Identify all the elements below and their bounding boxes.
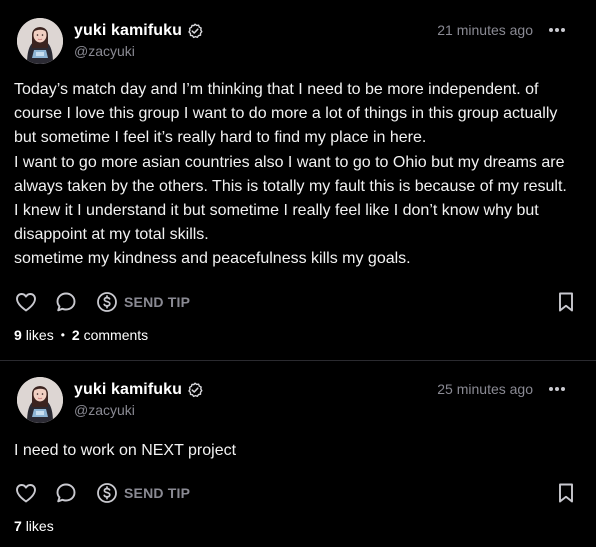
comment-button[interactable] <box>54 290 78 314</box>
display-name-row: yuki kamifuku <box>74 20 203 42</box>
author-names: yuki kamifuku @zacyuki <box>74 379 203 418</box>
author-username[interactable]: @zacyuki <box>74 43 203 59</box>
heart-icon <box>16 293 36 312</box>
send-tip-label: SEND TIP <box>124 485 191 501</box>
post-paragraph: I want to go more asian countries also I… <box>14 153 567 244</box>
author-username[interactable]: @zacyuki <box>74 402 203 418</box>
post-card: yuki kamifuku @zacyuki 25 minutes ago I … <box>0 361 596 547</box>
avatar-photo-icon <box>17 377 63 423</box>
send-tip-button[interactable]: SEND TIP <box>96 291 190 313</box>
post-paragraph: sometime my kindness and peacefulness ki… <box>14 250 411 268</box>
post-timestamp[interactable]: 21 minutes ago <box>437 22 533 38</box>
post-body: Today’s match day and I’m thinking that … <box>14 78 574 272</box>
dollar-icon <box>97 483 117 503</box>
post-paragraph: I need to work on NEXT project <box>14 442 237 459</box>
comment-icon <box>56 292 76 312</box>
like-button[interactable] <box>14 481 38 505</box>
more-options-button[interactable] <box>548 380 566 398</box>
post-actions: SEND TIP <box>14 290 578 314</box>
likes-label: likes <box>25 518 54 534</box>
post-timestamp[interactable]: 25 minutes ago <box>437 381 533 397</box>
avatar[interactable] <box>17 18 63 64</box>
bookmark-icon <box>559 292 573 312</box>
avatar-photo-icon <box>17 18 63 64</box>
post-stats: 9 likes • 2 comments <box>14 327 148 343</box>
avatar[interactable] <box>17 377 63 423</box>
bookmark-button[interactable] <box>554 481 578 505</box>
post-header: yuki kamifuku @zacyuki 21 minutes ago <box>14 0 582 64</box>
post-header: yuki kamifuku @zacyuki 25 minutes ago <box>14 361 582 425</box>
post-card: yuki kamifuku @zacyuki 21 minutes ago To… <box>0 0 596 361</box>
likes-count-link[interactable]: 7 likes <box>14 518 54 534</box>
post-paragraph: Today’s match day and I’m thinking that … <box>14 81 558 147</box>
send-tip-button[interactable]: SEND TIP <box>96 482 190 504</box>
comments-count-link[interactable]: 2 comments <box>72 327 148 343</box>
display-name-row: yuki kamifuku <box>74 379 203 401</box>
author-display-name[interactable]: yuki kamifuku <box>74 381 182 399</box>
post-stats: 7 likes <box>14 518 54 534</box>
likes-count: 9 <box>14 327 22 343</box>
send-tip-label: SEND TIP <box>124 294 191 310</box>
comments-count: 2 <box>71 327 80 343</box>
author-display-name[interactable]: yuki kamifuku <box>74 22 182 40</box>
more-dots-icon <box>549 387 565 391</box>
bookmark-button[interactable] <box>554 290 578 314</box>
like-button[interactable] <box>14 290 38 314</box>
more-dots-icon <box>549 28 565 32</box>
likes-label: likes <box>25 327 54 343</box>
comment-icon <box>56 483 76 503</box>
likes-count-link[interactable]: 9 likes <box>14 327 54 343</box>
dollar-icon <box>97 292 117 312</box>
verified-badge-icon <box>187 23 203 39</box>
stats-separator: • <box>60 328 65 342</box>
more-options-button[interactable] <box>548 21 566 39</box>
author-names: yuki kamifuku @zacyuki <box>74 20 203 59</box>
bookmark-icon <box>559 483 573 503</box>
comment-button[interactable] <box>54 481 78 505</box>
comments-label: comments <box>83 327 149 343</box>
post-body: I need to work on NEXT project <box>14 439 574 463</box>
post-actions: SEND TIP <box>14 481 578 505</box>
verified-badge-icon <box>187 382 203 398</box>
heart-icon <box>16 484 36 503</box>
likes-count: 7 <box>14 518 22 534</box>
